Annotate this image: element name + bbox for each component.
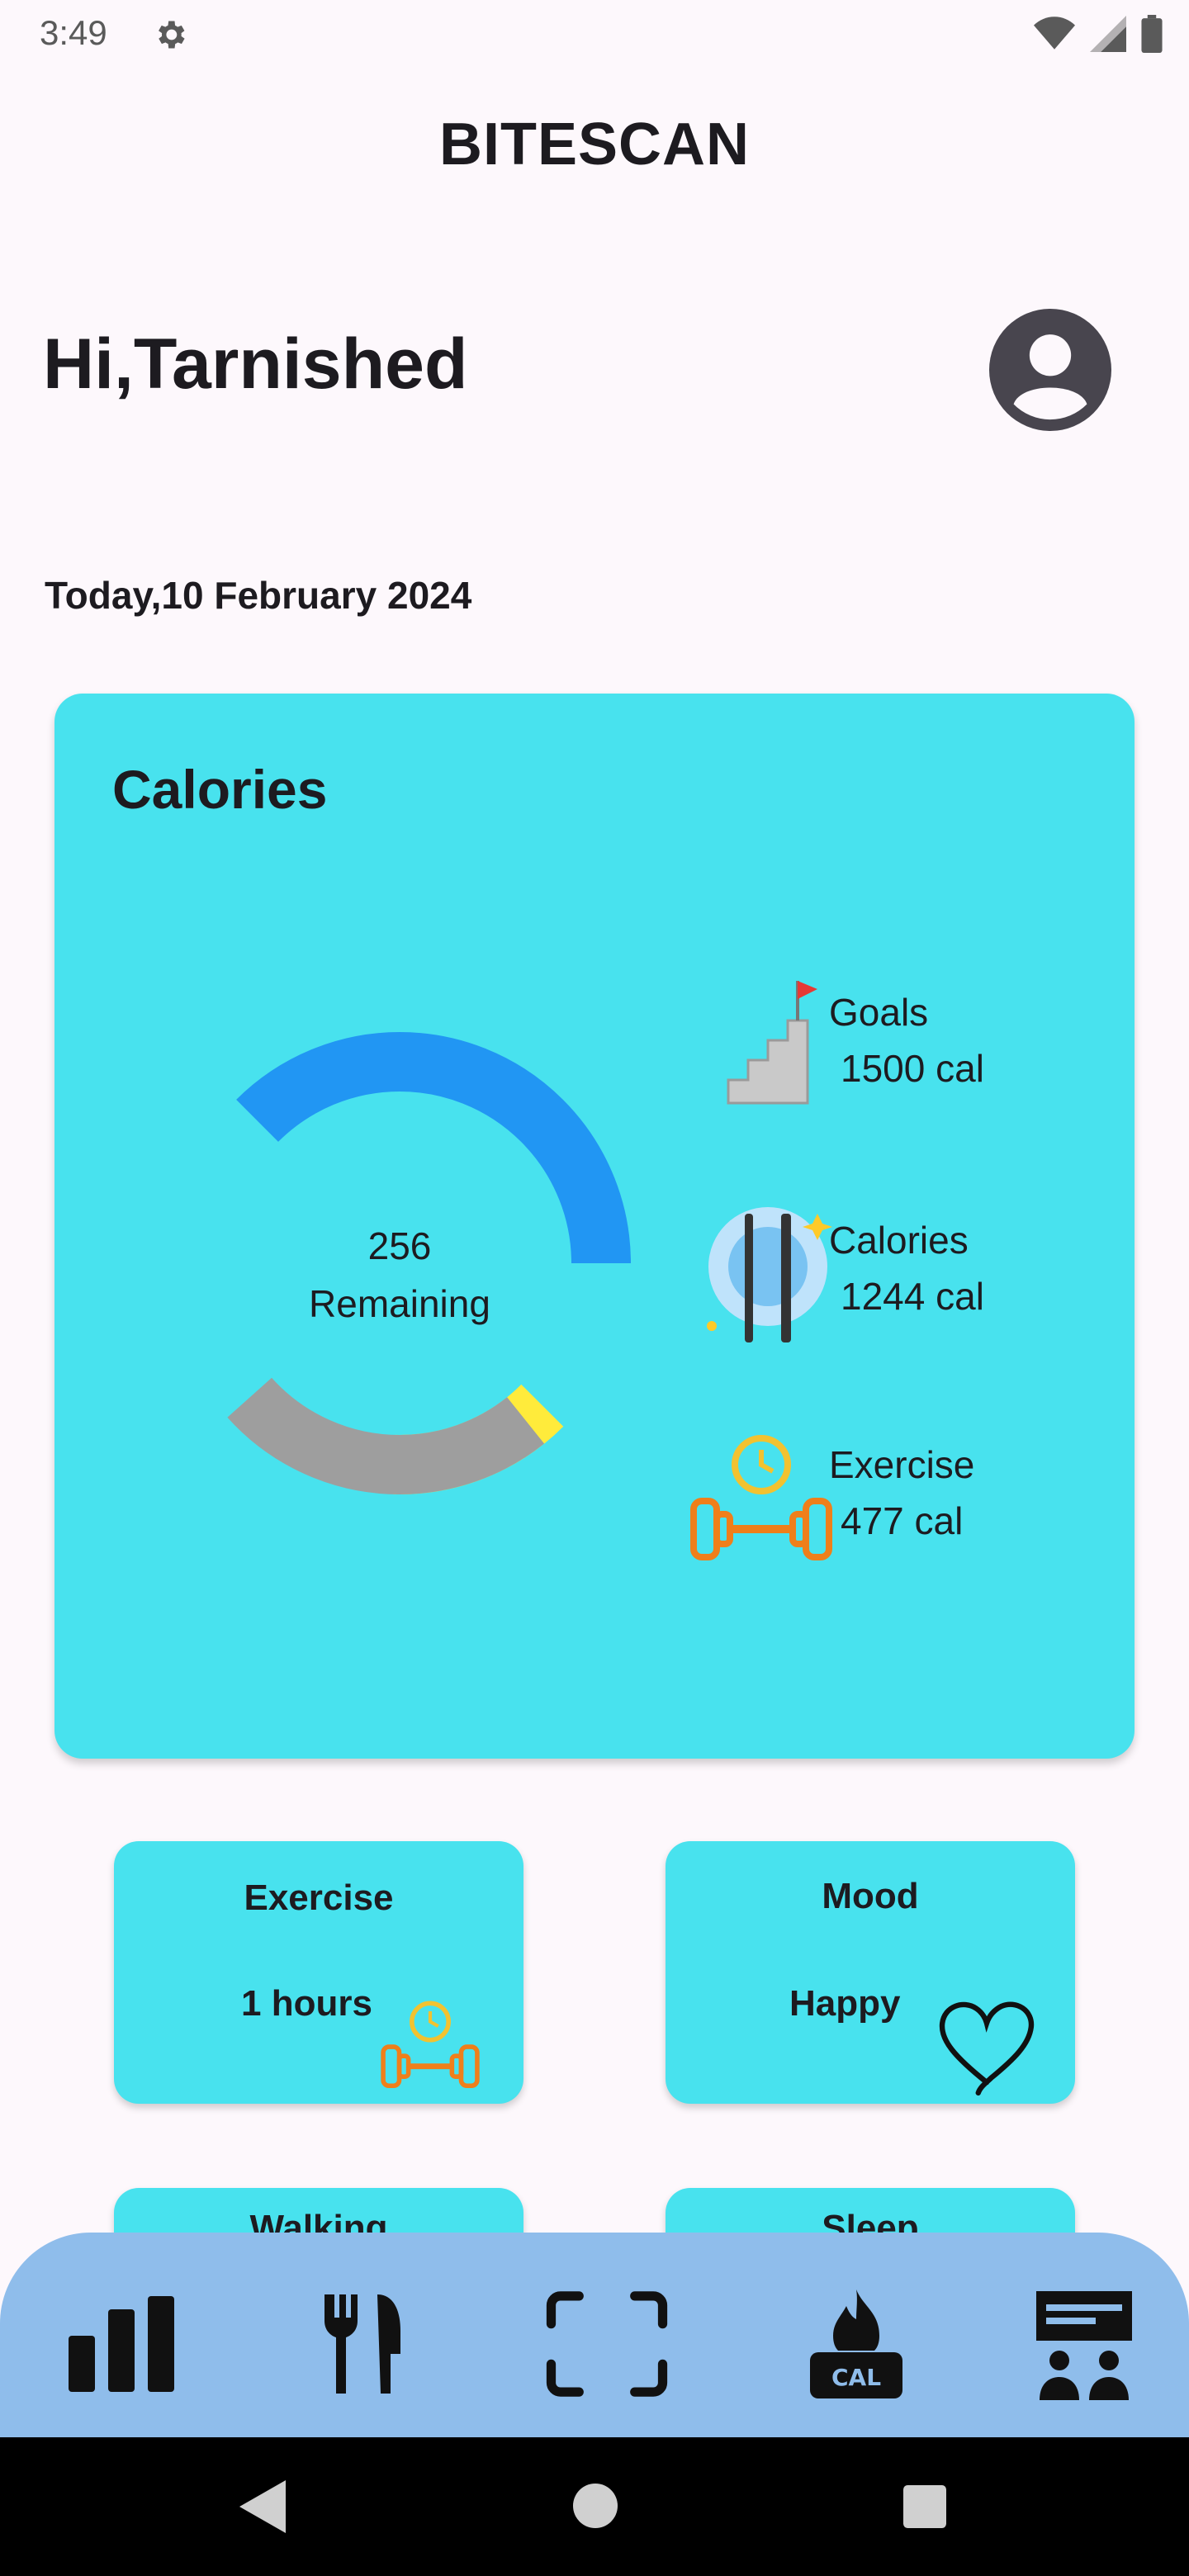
svg-text:CAL: CAL — [831, 2364, 881, 2391]
legend-calories: Calories 1244 cal — [829, 1212, 984, 1324]
signal-icon — [1090, 16, 1126, 52]
legend-goals: Goals 1500 cal — [829, 984, 984, 1096]
community-board-icon — [1036, 2291, 1132, 2400]
scan-frame-icon — [546, 2291, 668, 2397]
settings-gear-icon — [159, 21, 185, 49]
mood-tile-title: Mood — [822, 1876, 919, 1916]
legend-exercise-value: 477 cal — [841, 1499, 964, 1542]
plate-fork-knife-icon — [707, 1207, 832, 1342]
back-icon[interactable] — [239, 2480, 286, 2533]
heart-icon — [939, 2001, 1034, 2096]
app-title: BITESCAN — [438, 111, 750, 178]
wifi-icon — [1034, 17, 1075, 50]
system-navigation-bar — [0, 2437, 1189, 2576]
remaining-label: Remaining — [309, 1282, 490, 1325]
status-icons — [1034, 15, 1163, 53]
nav-stats-button[interactable] — [59, 2282, 183, 2406]
remaining-value: 256 — [367, 1224, 432, 1267]
fork-knife-icon — [324, 2294, 400, 2394]
mood-tile-value: Happy — [789, 1983, 901, 2024]
legend-goals-label: Goals — [829, 991, 929, 1034]
nav-scan-button[interactable] — [545, 2282, 669, 2406]
mood-tile[interactable]: Mood Happy — [666, 1841, 1075, 2104]
home-icon[interactable] — [573, 2484, 618, 2528]
nav-meals-button[interactable] — [299, 2282, 423, 2406]
dumbbell-clock-icon — [381, 2001, 480, 2089]
status-time: 3:49 — [40, 13, 107, 52]
calories-card-title: Calories — [112, 759, 328, 820]
dumbbell-clock-icon — [690, 1435, 832, 1560]
recents-icon[interactable] — [903, 2485, 946, 2528]
battery-icon — [1141, 15, 1163, 53]
legend-exercise: Exercise 477 cal — [829, 1437, 974, 1549]
nav-community-button[interactable] — [1022, 2282, 1146, 2406]
exercise-tile-title: Exercise — [244, 1878, 394, 1918]
bar-chart-icon — [69, 2296, 174, 2392]
exercise-tile[interactable]: Exercise 1 hours — [114, 1841, 523, 2104]
legend-calories-value: 1244 cal — [841, 1275, 984, 1318]
goal-stairs-flag-icon — [727, 981, 817, 1105]
profile-avatar-icon[interactable] — [989, 309, 1111, 431]
exercise-tile-value: 1 hours — [241, 1983, 372, 2024]
date-label: Today,10 February 2024 — [45, 574, 472, 617]
greeting: Hi,Tarnished — [43, 324, 468, 404]
cal-flame-icon: CAL — [810, 2290, 902, 2398]
legend-exercise-label: Exercise — [829, 1443, 975, 1486]
nav-calories-button[interactable]: CAL — [794, 2282, 918, 2406]
legend-calories-label: Calories — [829, 1219, 969, 1262]
donut-center-text: 256 Remaining — [168, 1217, 631, 1333]
legend-goals-value: 1500 cal — [841, 1047, 984, 1090]
calories-card[interactable]: Calories 256 Remaining Goals 1500 cal Ca… — [54, 694, 1135, 1759]
